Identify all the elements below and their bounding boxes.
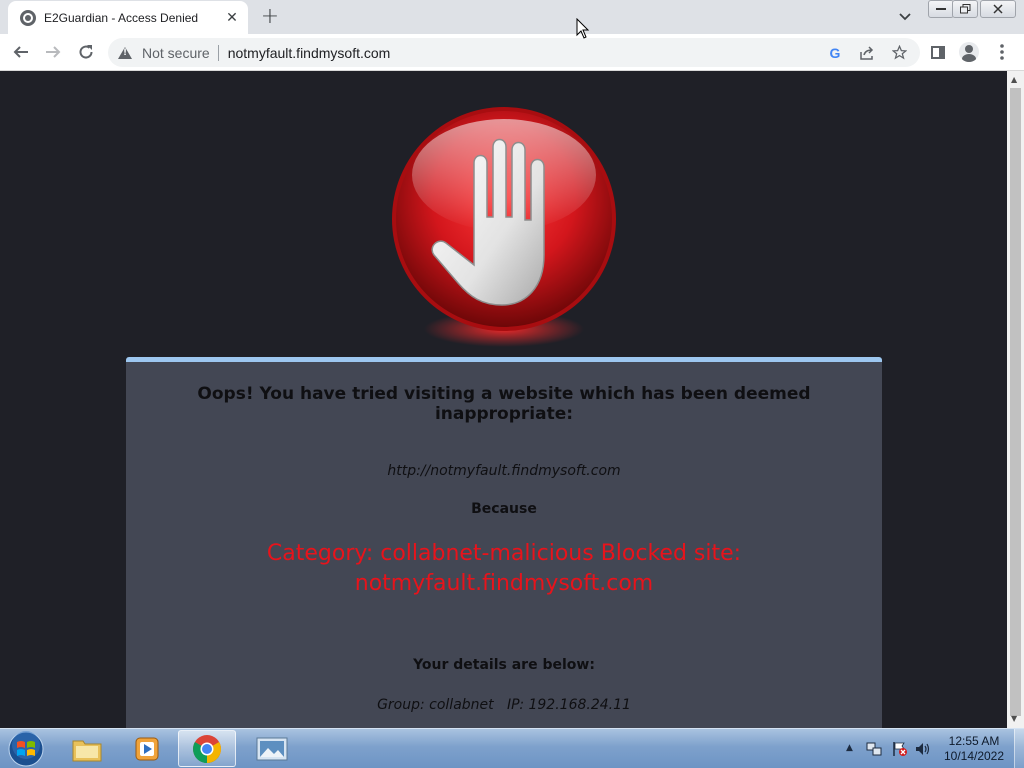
reload-icon [79,45,93,59]
start-button[interactable] [6,731,46,767]
taskbar-media-player-button[interactable] [118,730,176,767]
bookmark-star-icon[interactable] [890,44,908,62]
taskbar-image-viewer-button[interactable] [243,730,301,767]
profile-avatar-icon [959,42,979,62]
reload-button[interactable] [74,40,98,64]
details-header: Your details are below: [413,657,595,673]
tab-title: E2Guardian - Access Denied [44,10,199,25]
stop-hand-icon [386,105,622,351]
chrome-icon [193,734,221,763]
network-icon[interactable] [866,741,882,757]
profile-button[interactable] [958,40,980,64]
system-clock[interactable]: 12:55 AM 10/14/2022 [938,734,1010,764]
window-restore-button[interactable] [952,0,978,18]
volume-icon[interactable] [915,741,931,757]
scroll-down-arrow-icon[interactable]: ▼ [1011,714,1017,723]
scrollbar-thumb[interactable] [1010,88,1021,716]
side-panel-icon [931,45,945,59]
mouse-pointer-icon [576,17,590,40]
page-headline: Oops! You have tried visiting a website … [197,384,811,424]
block-reason: Category: collabnet-malicious Blocked si… [266,541,742,596]
chrome-menu-button[interactable] [992,40,1012,64]
security-label[interactable]: Not secure [142,44,219,61]
forward-button[interactable] [41,40,65,64]
browser-tab[interactable]: E2Guardian - Access Denied ✕ [8,1,248,34]
user-details: Group: collabnet IP: 192.168.24.11 [377,697,631,713]
browser-tab-strip: E2Guardian - Access Denied ✕ + [0,0,1024,34]
scroll-up-arrow-icon[interactable]: ▲ [1011,75,1017,84]
show-desktop-button[interactable] [1014,729,1024,768]
kebab-menu-icon [1000,44,1004,60]
because-label: Because [471,501,537,517]
url-text[interactable]: notmyfault.findmysoft.com [228,45,826,61]
address-bar[interactable]: Not secure notmyfault.findmysoft.com G [108,38,920,67]
windows-logo-icon [8,731,44,767]
tray-show-hidden-icon[interactable]: ▲ [846,743,853,753]
browser-toolbar: Not secure notmyfault.findmysoft.com G [0,34,1024,71]
back-arrow-icon [13,46,28,58]
warning-icon[interactable] [118,46,132,59]
globe-icon [20,9,36,26]
window-close-button[interactable] [980,0,1016,18]
back-button[interactable] [9,40,33,64]
google-lens-icon[interactable]: G [826,44,844,62]
vertical-scrollbar[interactable]: ▲ ▼ [1007,71,1024,728]
taskbar-chrome-button[interactable] [178,730,236,767]
action-center-flag-icon[interactable] [892,741,908,757]
new-tab-button[interactable]: + [259,6,281,28]
media-player-icon [135,737,159,760]
windows-taskbar: ▲ 12:55 AM 10/14/2022 [0,728,1024,768]
clock-date: 10/14/2022 [943,749,1005,763]
clock-time: 12:55 AM [948,734,1000,748]
window-minimize-button[interactable] [928,0,954,18]
image-viewer-icon [256,737,288,760]
taskbar-explorer-button[interactable] [58,730,116,767]
folder-icon [72,740,102,761]
side-panel-button[interactable] [928,40,948,64]
tab-close-icon[interactable]: ✕ [222,8,242,28]
forward-arrow-icon [46,46,61,58]
blocked-url: http://notmyfault.findmysoft.com [387,463,621,479]
share-icon[interactable] [858,44,876,62]
page-viewport: Oops! You have tried visiting a website … [0,71,1007,728]
tab-search-chevron-icon[interactable] [896,8,914,26]
block-message-panel: Oops! You have tried visiting a website … [126,357,882,728]
